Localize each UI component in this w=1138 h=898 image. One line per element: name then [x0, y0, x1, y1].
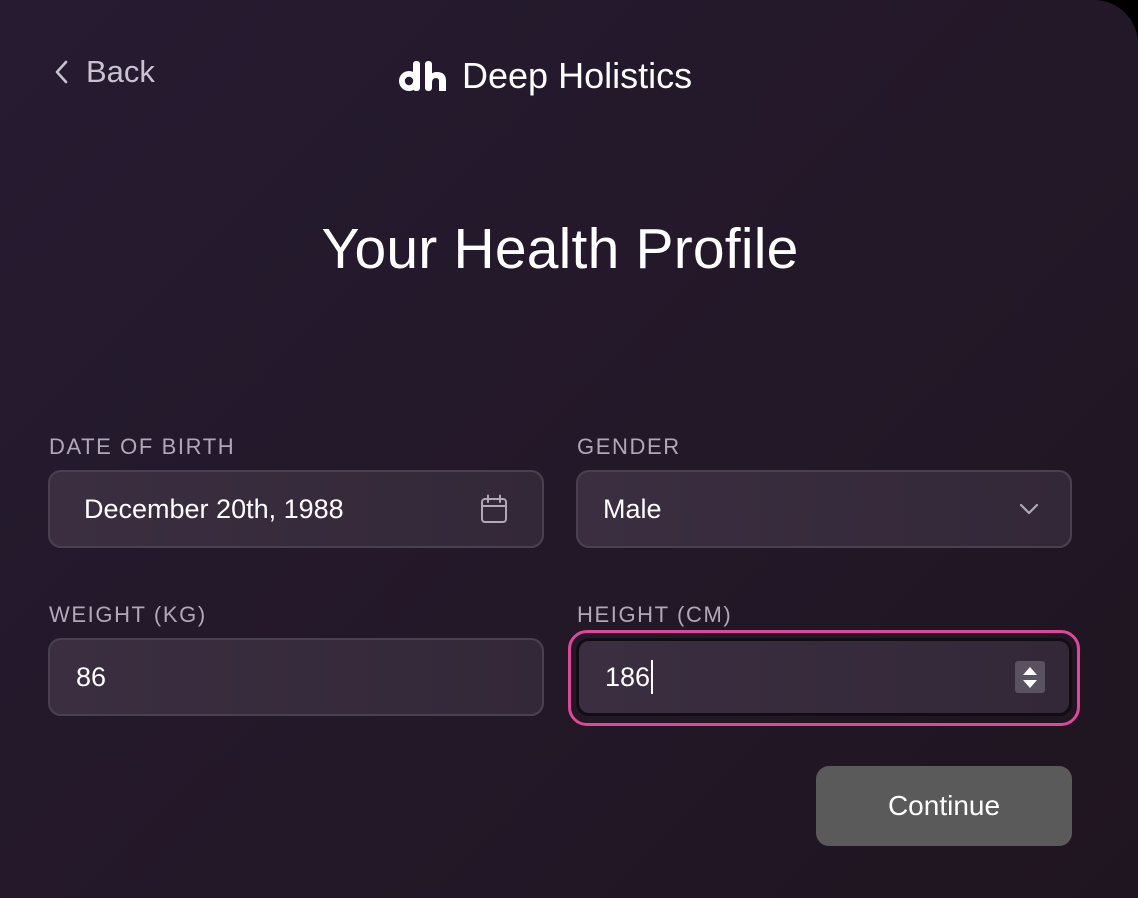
number-stepper-icon[interactable] — [1015, 661, 1045, 693]
weight-label: WEIGHT (KG) — [49, 602, 207, 627]
height-input[interactable]: 186 — [576, 638, 1072, 716]
dob-label: DATE OF BIRTH — [49, 434, 236, 459]
chevron-down-icon — [1018, 502, 1040, 516]
app-window: Back Deep Holistics Your Health Profile … — [0, 0, 1138, 898]
page-title: Your Health Profile — [321, 217, 799, 281]
weight-value: 86 — [76, 661, 107, 692]
brand-name: Deep Holistics — [462, 55, 693, 96]
increment-arrow-icon[interactable] — [1023, 666, 1037, 675]
dob-value: December 20th, 1988 — [84, 493, 344, 524]
back-label: Back — [86, 54, 155, 89]
back-button[interactable]: Back — [52, 52, 155, 92]
text-caret — [651, 660, 654, 694]
brand-header: Deep Holistics — [398, 52, 692, 100]
date-of-birth-picker[interactable]: December 20th, 1988 — [48, 470, 544, 548]
gender-select[interactable]: Male — [576, 470, 1072, 548]
height-value: 186 — [605, 661, 651, 692]
deep-holistics-logo — [398, 59, 448, 93]
continue-button[interactable]: Continue — [816, 766, 1072, 846]
chevron-left-icon — [52, 57, 72, 87]
height-label: HEIGHT (CM) — [577, 602, 733, 627]
weight-input[interactable]: 86 — [48, 638, 544, 716]
decrement-arrow-icon[interactable] — [1023, 679, 1037, 688]
gender-value: Male — [603, 493, 662, 524]
calendar-icon[interactable] — [480, 494, 508, 524]
gender-label: GENDER — [577, 434, 681, 459]
